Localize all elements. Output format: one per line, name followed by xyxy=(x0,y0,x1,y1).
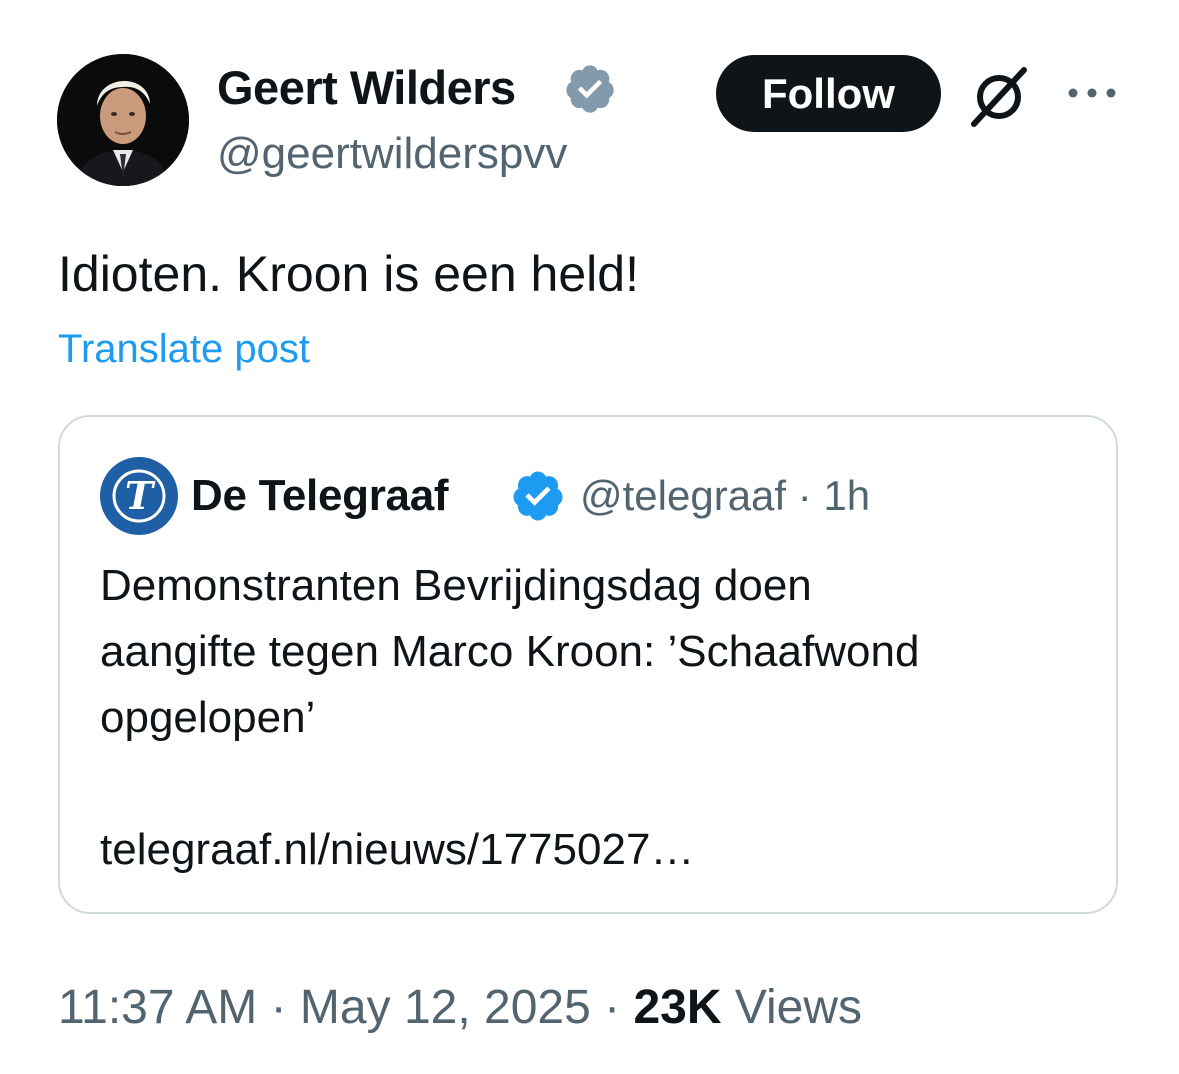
quoted-post-card[interactable]: T De Telegraaf @telegraaf · 1h Demonstra… xyxy=(58,415,1118,914)
separator: · xyxy=(270,981,287,1034)
post-metadata: 11:37 AM · May 12, 2025 · 23K Views xyxy=(58,978,862,1038)
quoted-post-text: Demonstranten Bevrijdingsdag doen aangif… xyxy=(100,561,920,874)
telegraaf-logo-icon[interactable]: T xyxy=(100,457,178,535)
views-count[interactable]: 23K xyxy=(633,981,721,1034)
quoted-handle-and-time[interactable]: @telegraaf · 1h xyxy=(580,469,870,523)
post-text: Idioten. Kroon is een held! xyxy=(58,246,639,302)
views-label[interactable]: Views xyxy=(735,981,862,1034)
translate-post-link[interactable]: Translate post xyxy=(58,324,310,374)
grok-icon[interactable] xyxy=(966,62,1032,128)
verified-badge-icon xyxy=(513,471,563,521)
follow-button[interactable]: Follow xyxy=(716,55,941,132)
post-date[interactable]: May 12, 2025 xyxy=(300,981,591,1034)
separator: · xyxy=(604,981,621,1034)
post-timestamp[interactable]: 11:37 AM xyxy=(58,981,257,1034)
profile-photo-icon xyxy=(57,54,189,186)
verified-badge-icon xyxy=(566,65,614,113)
author-handle[interactable]: @geertwilderspvv xyxy=(217,128,567,180)
quoted-author-name[interactable]: De Telegraaf xyxy=(191,469,449,523)
svg-text:T: T xyxy=(125,473,156,518)
author-name[interactable]: Geert Wilders xyxy=(217,60,516,116)
more-options-icon[interactable] xyxy=(1066,80,1118,106)
author-avatar[interactable] xyxy=(57,54,189,186)
